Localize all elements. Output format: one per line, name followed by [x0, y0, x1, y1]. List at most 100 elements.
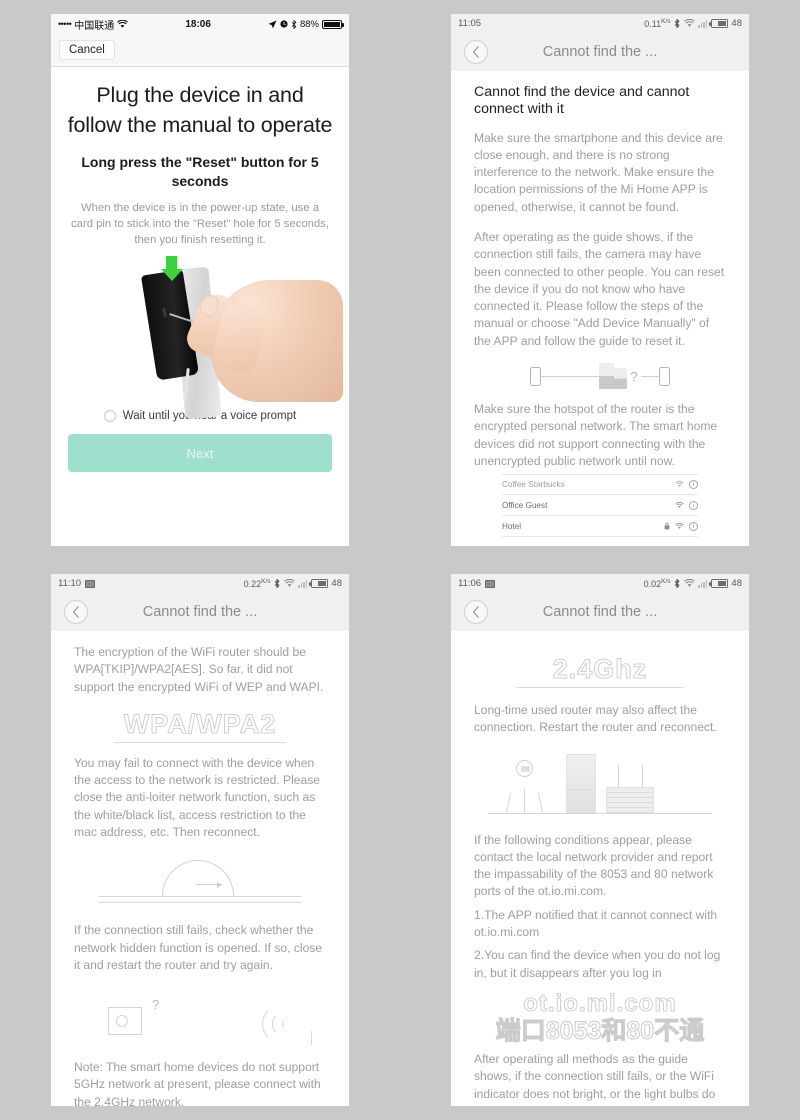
wifi-icon [675, 522, 684, 529]
battery-icon [309, 579, 328, 588]
phone-screen-2: 11:05 0.11K/s 48 Cannot find the ... Can… [451, 14, 749, 546]
android-status-bar-4: 11:06 0.02K/s 48 [451, 574, 749, 593]
status-left: 11:06 [458, 578, 496, 589]
section-heading: Cannot find the device and cannot connec… [474, 84, 690, 118]
list-item[interactable]: Office Guest i [502, 495, 698, 517]
lamp-leg-shape [537, 792, 544, 813]
android-status-bar-2: 11:05 0.11K/s 48 [451, 14, 749, 33]
android-nav-bar-4: Cannot find the ... [451, 593, 749, 631]
network-rate-label: 0.02K/s [643, 578, 671, 589]
device-block-icon [599, 363, 615, 389]
network-rate-label: 0.22K/s [243, 578, 271, 589]
status-right: 88% [268, 18, 344, 30]
cancel-button[interactable]: Cancel [59, 40, 115, 60]
ground-line [98, 896, 302, 898]
status-right: 0.02K/s 48 [644, 578, 742, 589]
connection-line [541, 375, 600, 377]
screenshot-grid: ••••• 中国联通 18:06 88% Cancel Plug the dev… [0, 0, 800, 1120]
antenna-shape [642, 764, 644, 787]
wifi-name-label: Office Guest [502, 500, 548, 510]
panel-1-content: Plug the device in and follow the manual… [51, 67, 349, 546]
phone-screen-1: ••••• 中国联通 18:06 88% Cancel Plug the dev… [51, 14, 349, 546]
page-subtitle: Long press the "Reset" button for 5 seco… [81, 154, 319, 190]
clock-label: 18:06 [185, 18, 211, 30]
bluetooth-icon [674, 579, 680, 588]
status-right: 0.11K/s 48 [644, 18, 742, 29]
wifi-name-label: Hotel [502, 521, 522, 531]
lamp-leg-shape [505, 792, 512, 813]
list-item[interactable]: Hotel i [502, 516, 698, 538]
bluetooth-icon [274, 579, 280, 588]
signal-bars-icon [298, 580, 308, 588]
paragraph: Note: The smart home devices do not supp… [74, 1060, 321, 1106]
clock-label: 11:10 [58, 578, 82, 589]
info-circle-icon[interactable]: i [689, 500, 698, 510]
lamp-pole-shape [524, 788, 526, 813]
paragraph: 2.You can find the device when you do no… [474, 948, 721, 980]
list-item[interactable]: Coffee Starbucks i [502, 474, 698, 496]
paragraph: If the connection still fails, check whe… [74, 923, 323, 972]
picture-icon [485, 579, 496, 588]
panel-4-content: 2.4Ghz Long-time used router may also af… [451, 631, 749, 1106]
paragraph: Make sure the hotspot of the router is t… [474, 402, 718, 468]
battery-level-label: 48 [731, 18, 742, 29]
status-right: 0.22K/s 48 [244, 578, 342, 589]
battery-level-label: 48 [331, 578, 342, 589]
wpa-hollow-graphic: WPA/WPA2 [74, 708, 326, 743]
page-title: Plug the device in and follow the manual… [67, 83, 333, 137]
info-circle-icon[interactable]: i [689, 480, 698, 490]
battery-icon [709, 579, 728, 588]
battery-icon [322, 19, 344, 29]
next-button[interactable]: Next [68, 434, 332, 473]
wifi-icon [675, 501, 684, 508]
paragraph: You may fail to connect with the device … [74, 755, 321, 840]
wifi-waves-icon [238, 1003, 304, 1044]
panel-3-content: The encryption of the WiFi router should… [51, 631, 349, 1106]
info-circle-icon[interactable]: i [689, 521, 698, 531]
ios-status-bar: ••••• 中国联通 18:06 88% [51, 14, 349, 34]
paragraph: If the following conditions appear, plea… [474, 832, 714, 899]
android-nav-bar-3: Cannot find the ... [51, 593, 349, 631]
battery-percent-label: 88% [299, 18, 319, 30]
wifi-network-list: Coffee Starbucks i Office Guest i Hotel … [502, 474, 698, 538]
paragraph: 1.The APP notified that it cannot connec… [474, 907, 718, 940]
back-button[interactable] [464, 40, 488, 64]
clock-label: 11:06 [458, 578, 482, 589]
paragraph: The encryption of the WiFi router should… [74, 645, 324, 694]
status-left: 11:10 [58, 578, 96, 589]
panel-2-content: Cannot find the device and cannot connec… [451, 71, 749, 546]
frequency-hollow-graphic: 2.4Ghz [474, 653, 726, 689]
page-title: Cannot find the ... [142, 604, 258, 620]
network-rate-label: 0.11K/s [644, 18, 671, 29]
back-button[interactable] [64, 600, 88, 624]
chevron-left-icon [72, 606, 79, 618]
router-shape [606, 786, 654, 813]
phone-screen-3: 11:10 0.22K/s 48 Cannot find the ... The… [51, 574, 349, 1106]
hidden-network-camera-diagram: ? [74, 987, 326, 1049]
battery-level-label: 48 [731, 578, 742, 589]
lamp-fridge-router-illustration [474, 750, 726, 820]
question-mark-label: ? [152, 997, 160, 1013]
paragraph: Long-time used router may also affect th… [474, 703, 717, 735]
phone-icon [530, 366, 542, 386]
wifi-row-icons: i [675, 480, 698, 490]
wifi-icon [683, 19, 695, 27]
radio-button-icon[interactable] [103, 410, 116, 423]
ground-line [488, 812, 712, 814]
signal-bars-icon [698, 580, 708, 588]
ios-nav-bar: Cancel [51, 34, 349, 67]
wifi-icon [675, 481, 684, 488]
status-left: ••••• 中国联通 [58, 17, 129, 32]
picture-icon [85, 579, 96, 588]
bluetooth-icon [291, 19, 297, 29]
hollow-domain-label: ot.io.mi.com [523, 989, 677, 1017]
antenna-shape [311, 1031, 312, 1046]
appliance-shape [566, 753, 596, 813]
chevron-left-icon [472, 606, 479, 618]
light-bulb-icon [516, 759, 533, 777]
domain-hollow-graphic: ot.io.mi.com 端口8053和80不通 [474, 989, 726, 1046]
antenna-shape [618, 764, 620, 787]
underline-rule [114, 741, 286, 743]
question-mark-label: ? [630, 368, 638, 384]
back-button[interactable] [464, 600, 488, 624]
